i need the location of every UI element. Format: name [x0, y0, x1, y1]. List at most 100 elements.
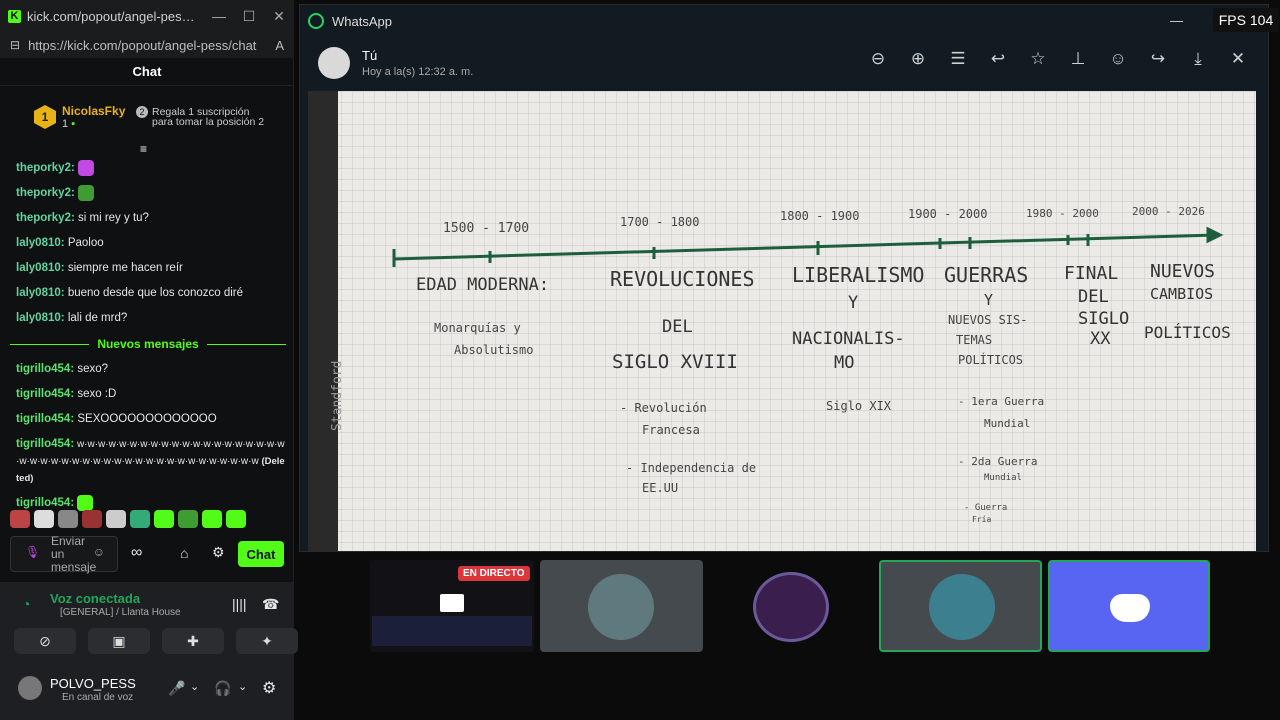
emote-icon[interactable]: [10, 510, 30, 528]
participant-tile[interactable]: [540, 560, 703, 652]
video-off-button[interactable]: ⊘: [14, 628, 76, 654]
viewer-toolbar: ⊖ ⊕ ☰ ↩ ☆ ⊥ ☺ ↪ ⤓ ✕: [868, 49, 1248, 69]
pin-icon[interactable]: ⊥: [1068, 49, 1088, 69]
era-heading: REVOLUCIONES: [610, 267, 755, 291]
maximize-icon[interactable]: ☐: [234, 8, 264, 25]
soundboard-button[interactable]: ✦: [236, 628, 298, 654]
emote-icon[interactable]: [178, 510, 198, 528]
activities-button[interactable]: ✚: [162, 628, 224, 654]
forward-icon[interactable]: ↪: [1148, 49, 1168, 69]
signal-icon: ◔: [22, 596, 31, 612]
participant-tile-speaking[interactable]: [879, 560, 1042, 652]
era-note: - Independencia de: [626, 461, 757, 475]
sender-avatar[interactable]: [318, 47, 350, 79]
screen-share-icon: [440, 594, 464, 612]
participant-tile[interactable]: [709, 560, 872, 652]
live-badge: EN DIRECTO: [458, 566, 530, 581]
minimize-icon[interactable]: —: [204, 8, 234, 24]
chat-message: laly0810: lali de mrd?: [16, 312, 128, 324]
leader-count: 1: [62, 118, 69, 130]
voice-channel[interactable]: [GENERAL] / Llanta House: [60, 607, 181, 618]
chat-message: tigrillo454: sexo :D: [16, 388, 117, 400]
era-note: - Guerra: [964, 503, 1008, 513]
era-heading: FINAL: [1064, 263, 1119, 284]
kick-logo-icon: K: [8, 9, 21, 23]
emote-icon[interactable]: [202, 510, 222, 528]
disconnect-icon[interactable]: ☎: [262, 596, 279, 613]
era-heading: NACIONALIS-: [792, 329, 905, 349]
period-label: 1500 - 1700: [443, 221, 530, 236]
headphones-icon[interactable]: 🎧: [214, 680, 231, 697]
chevron-down-icon[interactable]: ⌄: [190, 680, 199, 693]
era-note: - 2da Guerra: [958, 455, 1038, 468]
settings-icon[interactable]: ⚙: [212, 544, 225, 561]
stream-tile[interactable]: EN DIRECTO: [370, 560, 534, 652]
chat-message: theporky2:: [16, 181, 286, 206]
chat-message: tigrillo454: SEXOOOOOOOOOOOOO: [16, 413, 217, 425]
kick-emote-icon: [77, 494, 94, 511]
emote-icon[interactable]: [82, 510, 102, 528]
period-label: 1900 - 2000: [908, 207, 988, 221]
chat-message: laly0810: bueno desde que los conozco di…: [16, 287, 243, 299]
emote-icon[interactable]: [58, 510, 78, 528]
reply-icon[interactable]: ↩: [988, 49, 1008, 69]
user-settings-icon[interactable]: ⚙: [262, 678, 276, 698]
close-icon[interactable]: ✕: [1228, 49, 1248, 69]
era-heading: POLÍTICOS: [958, 353, 1024, 367]
era-heading: LIBERALISMO: [792, 263, 925, 287]
era-heading: GUERRAS: [944, 263, 1029, 287]
kick-title-bar: K kick.com/popout/angel-pes… — ☐ ✕: [0, 0, 294, 32]
avatar[interactable]: [18, 676, 42, 700]
go-to-message-icon[interactable]: ☰: [948, 49, 968, 69]
avatar: [929, 574, 995, 640]
emote-icon[interactable]: [106, 510, 126, 528]
new-messages-divider: Nuevos mensajes: [10, 331, 287, 357]
emoji-icon[interactable]: ☺: [93, 546, 105, 559]
emote-icon[interactable]: [154, 510, 174, 528]
emoji-icon[interactable]: ☺: [1108, 49, 1128, 69]
mic-icon[interactable]: 🎙: [25, 546, 40, 559]
zoom-out-icon[interactable]: ⊖: [868, 49, 888, 69]
app-title: WhatsApp: [332, 13, 392, 29]
voice-status[interactable]: Voz conectada: [50, 591, 140, 606]
chat-scroll-icon[interactable]: ≡: [140, 142, 147, 156]
screen-share-button[interactable]: ▣: [88, 628, 150, 654]
era-note: Francesa: [642, 423, 700, 437]
era-heading: Y: [984, 291, 994, 309]
send-chat-button[interactable]: Chat: [238, 541, 284, 567]
emote-icon: [78, 159, 94, 176]
emote-icon[interactable]: [130, 510, 150, 528]
username[interactable]: POLVO_PESS: [50, 676, 136, 691]
download-icon[interactable]: ⤓: [1188, 49, 1208, 69]
discord-logo-icon: [1110, 594, 1150, 622]
chat-message: theporky2: si mi rey y tu?: [16, 212, 149, 224]
emote-icon[interactable]: [226, 510, 246, 528]
zoom-in-icon[interactable]: ⊕: [908, 49, 928, 69]
leaderboard: 1 NicolasFky 1 ▪ 2 Regala 1 suscripción …: [0, 88, 294, 146]
rank-badge: 1: [34, 105, 56, 129]
infinity-icon[interactable]: ∞: [131, 544, 142, 562]
chevron-down-icon[interactable]: ⌄: [238, 680, 247, 693]
store-icon[interactable]: ⌂: [180, 545, 188, 561]
microphone-icon[interactable]: 🎤: [168, 680, 185, 697]
user-status: En canal de voz: [62, 692, 134, 703]
read-aloud-icon[interactable]: A: [275, 38, 284, 53]
emote-icon[interactable]: [34, 510, 54, 528]
era-heading: DEL: [1078, 287, 1109, 307]
close-icon[interactable]: ✕: [264, 8, 294, 25]
leader-name[interactable]: NicolasFky: [62, 104, 136, 118]
era-heading: NUEVOS: [1150, 261, 1216, 282]
era-note: - 1era Guerra: [958, 395, 1045, 408]
participant-tile[interactable]: [1048, 560, 1210, 652]
noise-suppression-icon[interactable]: ||||: [232, 596, 247, 612]
period-label: 1800 - 1900: [780, 209, 860, 223]
era-note: Absolutismo: [454, 343, 534, 357]
minimize-icon[interactable]: —: [1170, 13, 1183, 28]
gift-sub-text[interactable]: Regala 1 suscripción para tomar la posic…: [152, 107, 270, 128]
site-info-icon[interactable]: ⊟: [10, 38, 20, 52]
star-icon[interactable]: ☆: [1028, 49, 1048, 69]
address-bar[interactable]: ⊟ https://kick.com/popout/angel-pess/cha…: [0, 32, 294, 58]
era-note: Monarquías y: [434, 321, 521, 335]
chat-message-input[interactable]: 🎙 Enviar un mensaje ☺: [10, 534, 118, 573]
fps-counter: FPS 104: [1213, 8, 1279, 32]
